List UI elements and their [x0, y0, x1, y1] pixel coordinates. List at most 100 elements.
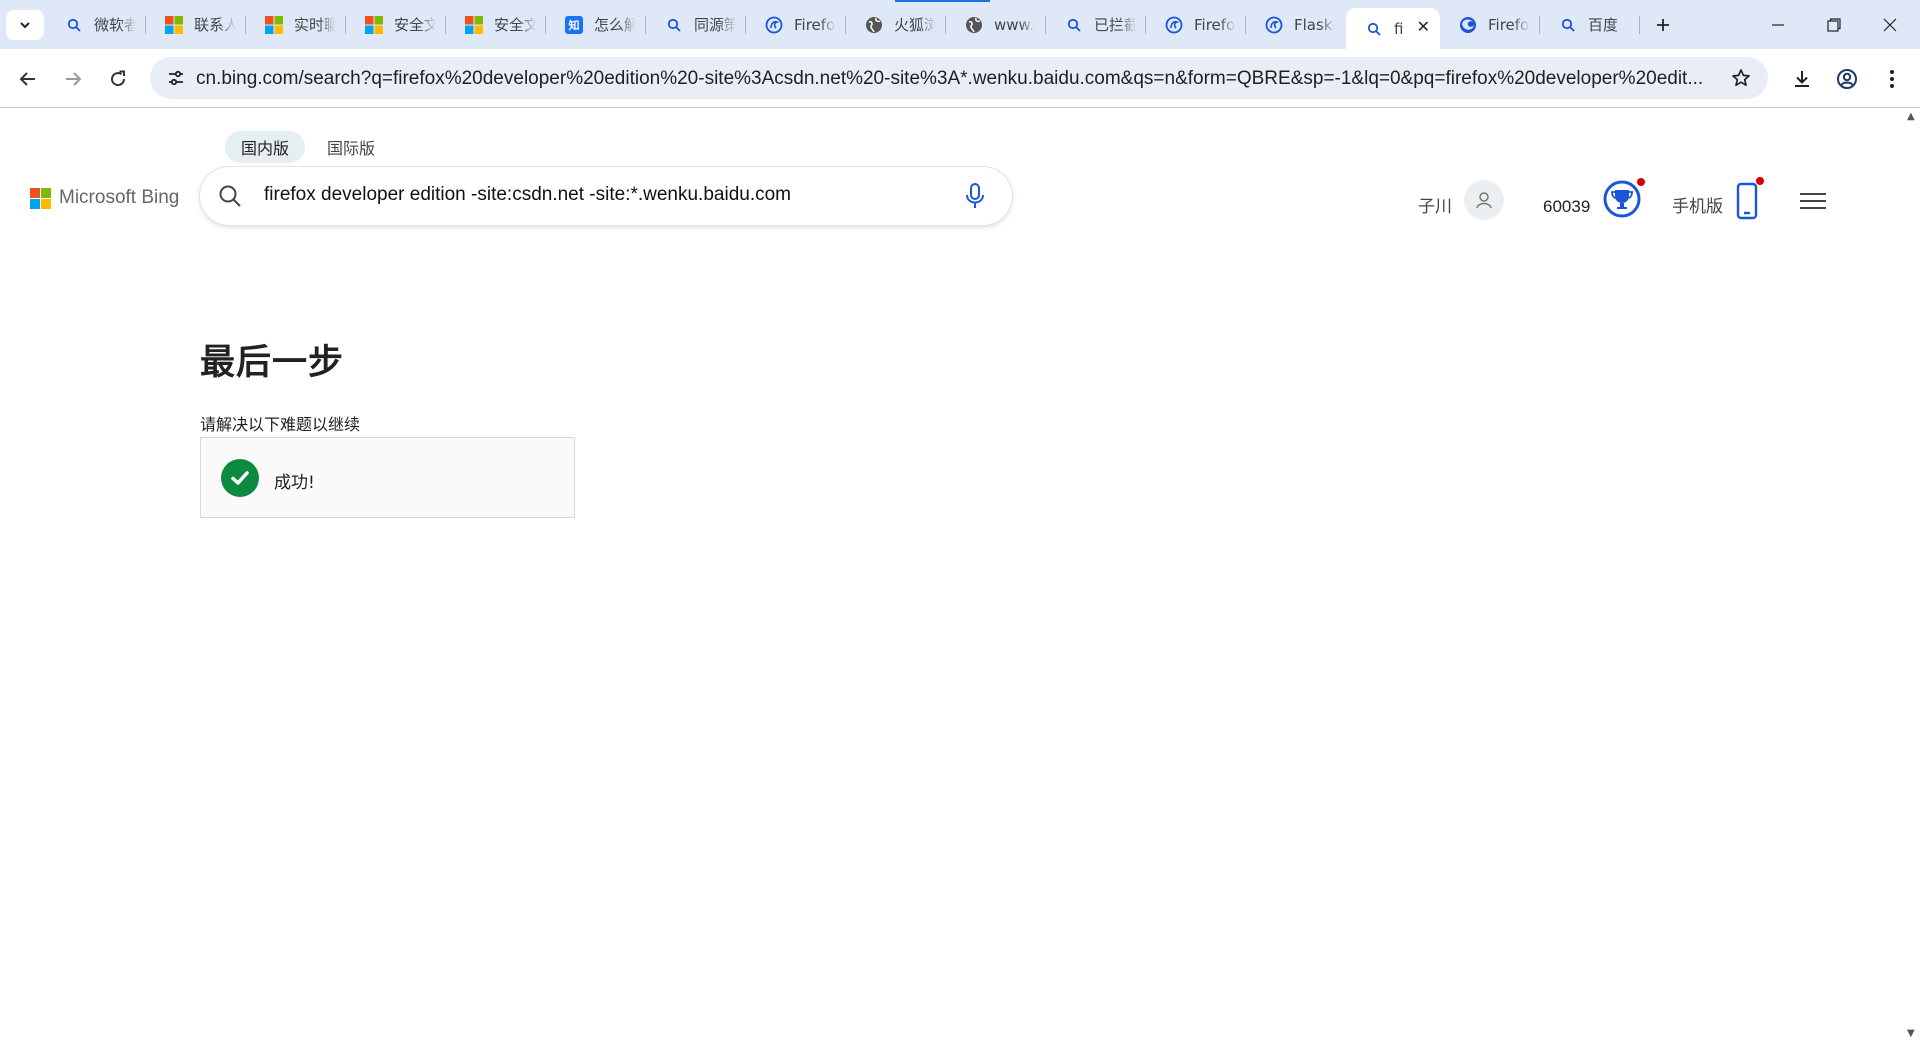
- tab-title: 安全文: [494, 16, 536, 34]
- logo-text: Microsoft Bing: [59, 187, 180, 208]
- tab-title: fi: [1394, 19, 1404, 38]
- star-icon: [1732, 69, 1750, 87]
- tab-title: Firefo: [1194, 15, 1236, 34]
- rewards-button[interactable]: [1602, 178, 1645, 219]
- rewards-notification-dot: [1637, 178, 1645, 186]
- success-check-icon: [221, 459, 259, 497]
- search-icon: [664, 15, 684, 35]
- browser-tab[interactable]: 同源策: [646, 0, 746, 49]
- tab-title: 怎么解: [594, 16, 636, 34]
- site-info-button[interactable]: [160, 62, 192, 94]
- rewards-trophy-icon: [1603, 180, 1641, 218]
- voice-search-button[interactable]: [960, 181, 990, 211]
- phone-icon: [1736, 182, 1758, 220]
- tab-title: 百度: [1588, 16, 1619, 34]
- browser-tab[interactable]: 安全文: [446, 0, 546, 49]
- close-icon: [1883, 18, 1897, 31]
- zhihu-icon: 知: [564, 15, 584, 35]
- url-text[interactable]: cn.bing.com/search?q=firefox%20developer…: [196, 68, 1716, 90]
- tab-title: 火狐浏: [894, 16, 936, 34]
- page-title: 最后一步: [200, 343, 345, 383]
- page-scrollbar[interactable]: ▲ ▼: [1903, 109, 1920, 1041]
- back-button[interactable]: [12, 63, 44, 95]
- challenge-subtitle: 请解决以下难题以继续: [200, 415, 361, 434]
- profile-button[interactable]: [1831, 63, 1863, 95]
- browser-tab[interactable]: Firefo: [1440, 0, 1540, 49]
- browser-tab[interactable]: fi ✕: [1346, 8, 1440, 49]
- search-query[interactable]: firefox developer edition -site:csdn.net…: [264, 184, 791, 206]
- user-name[interactable]: 子川: [1418, 187, 1452, 227]
- browser-tab[interactable]: 实时聊: [246, 0, 346, 49]
- browser-tab[interactable]: Flask-: [1246, 0, 1346, 49]
- tab-title: 安全文: [394, 16, 436, 34]
- restore-button[interactable]: [1806, 0, 1862, 49]
- tab-title: Firefo: [794, 15, 836, 34]
- firefox-dev-icon: [764, 15, 784, 35]
- hamburger-icon: [1800, 193, 1826, 195]
- reload-icon: [111, 70, 126, 87]
- tab-title: 同源策: [694, 16, 736, 34]
- browser-tab[interactable]: 知怎么解: [546, 0, 646, 49]
- browser-tab[interactable]: 微软者: [46, 0, 146, 49]
- search-icon[interactable]: [214, 180, 246, 212]
- microsoft-logo-icon: [30, 187, 51, 209]
- scroll-down-arrow-icon[interactable]: ▼: [1907, 1028, 1915, 1039]
- microsoft-logo-icon: [464, 15, 484, 35]
- hamburger-menu-button[interactable]: [1800, 189, 1828, 213]
- address-bar[interactable]: cn.bing.com/search?q=firefox%20developer…: [150, 57, 1768, 99]
- captcha-status: 成功!: [274, 473, 315, 493]
- bookmark-button[interactable]: [1726, 63, 1756, 93]
- tab-title: www.: [994, 15, 1035, 34]
- minimize-button[interactable]: [1750, 0, 1806, 49]
- browser-tab[interactable]: Firefo: [1146, 0, 1246, 49]
- search-icon: [64, 15, 84, 35]
- browser-toolbar: cn.bing.com/search?q=firefox%20developer…: [0, 49, 1920, 108]
- mobile-version-label[interactable]: 手机版: [1672, 187, 1723, 227]
- page-content: 国内版 国际版 Microsoft Bing firefox developer…: [0, 109, 1920, 1041]
- browser-tab[interactable]: 火狐浏: [846, 0, 946, 49]
- new-tab-button[interactable]: [1645, 10, 1681, 40]
- tab-loading-indicator: [895, 0, 990, 2]
- firefox-dev-icon: [1264, 15, 1284, 35]
- search-icon: [1364, 19, 1384, 39]
- forward-button[interactable]: [57, 63, 89, 95]
- tab-title: Flask-: [1294, 15, 1336, 34]
- tab-list: 微软者 联系人 实时聊 安全文 安全文知怎么解 同源策 Firefo 火狐浏 www. 已拦截 Fi…: [46, 0, 1640, 49]
- microsoft-logo-icon: [164, 15, 184, 35]
- chevron-down-icon: [20, 22, 30, 29]
- browser-tab[interactable]: Firefo: [746, 0, 846, 49]
- mobile-version-button[interactable]: [1734, 177, 1764, 221]
- rewards-points[interactable]: 60039: [1543, 187, 1590, 227]
- close-window-button[interactable]: [1862, 0, 1918, 49]
- firefox-dev-icon: [1164, 15, 1184, 35]
- tab-strip: 微软者 联系人 实时聊 安全文 安全文知怎么解 同源策 Firefo 火狐浏 www. 已拦截 Fi…: [0, 0, 1920, 49]
- tune-icon: [169, 70, 183, 86]
- microphone-icon: [966, 183, 984, 208]
- browser-tab[interactable]: 百度: [1540, 0, 1640, 49]
- arrow-left-icon: [19, 72, 35, 86]
- arrow-right-icon: [66, 72, 82, 86]
- browser-tab[interactable]: 联系人: [146, 0, 246, 49]
- downloads-button[interactable]: [1786, 63, 1818, 95]
- search-icon: [1558, 15, 1578, 35]
- tab-title: 已拦截: [1094, 16, 1136, 34]
- bing-logo[interactable]: Microsoft Bing: [30, 187, 179, 209]
- search-box[interactable]: firefox developer edition -site:csdn.net…: [200, 167, 1012, 225]
- captcha-widget[interactable]: 成功!: [200, 437, 575, 518]
- globe-icon: [964, 15, 984, 35]
- tab-search-button[interactable]: [6, 10, 44, 40]
- close-tab-icon[interactable]: ✕: [1417, 17, 1430, 36]
- restore-icon: [1827, 17, 1841, 32]
- tab-title: 联系人: [194, 16, 236, 34]
- challenge-section: 最后一步 请解决以下难题以继续: [200, 334, 360, 435]
- browser-tab[interactable]: 已拦截: [1046, 0, 1146, 49]
- avatar[interactable]: [1464, 180, 1504, 220]
- scope-tab-international[interactable]: 国际版: [311, 131, 391, 163]
- scope-tab-domestic[interactable]: 国内版: [225, 131, 306, 163]
- browser-tab[interactable]: www.: [946, 0, 1046, 49]
- browser-menu-button[interactable]: [1876, 63, 1908, 95]
- browser-tab[interactable]: 安全文: [346, 0, 446, 49]
- reload-button[interactable]: [102, 63, 134, 95]
- scroll-up-arrow-icon[interactable]: ▲: [1907, 111, 1915, 122]
- mobile-notification-dot: [1756, 177, 1764, 185]
